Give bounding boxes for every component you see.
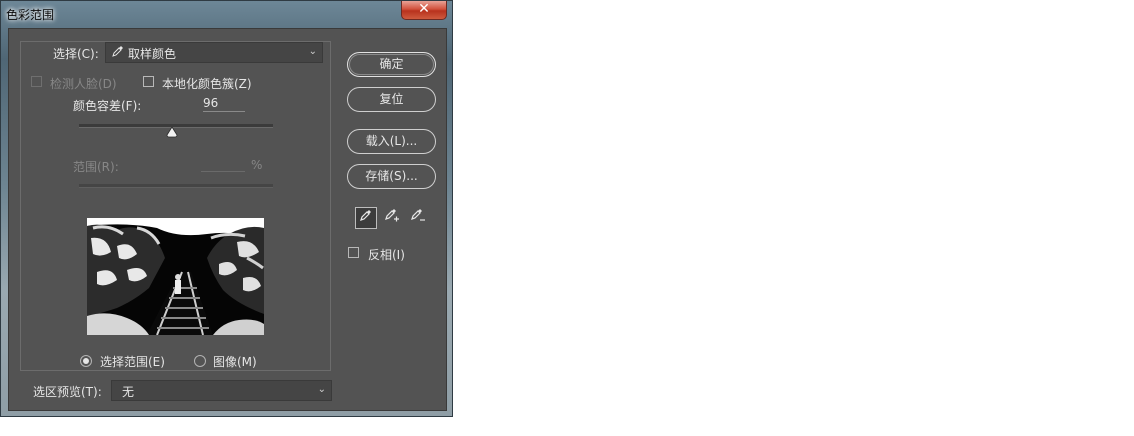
image-radio[interactable] [194,355,206,367]
close-button[interactable]: ✕ [401,1,447,20]
save-button[interactable]: 存储(S)... [347,164,436,189]
selection-preview-dropdown[interactable]: 无 ⌄ [111,380,332,401]
fuzziness-value: 96 [203,96,219,110]
ok-button[interactable]: 确定 [347,52,436,77]
eyedropper-icon [112,45,124,60]
chevron-down-icon: ⌄ [308,46,317,57]
dialog-window: 色彩范围 ✕ 选择(C): 取样颜色 ⌄ 检测人脸(D) 本地化颜色簇(Z) 颜… [0,0,453,417]
fuzziness-label: 颜色容差(F): [73,99,142,113]
fuzziness-slider-handle[interactable] [166,126,178,141]
range-slider-track[interactable] [79,184,273,188]
eyedropper-icon[interactable] [355,207,377,229]
eyedropper-add-icon[interactable] [381,207,403,229]
eyedropper-subtract-icon[interactable] [407,207,429,229]
options-group: 选择(C): 取样颜色 ⌄ 检测人脸(D) 本地化颜色簇(Z) 颜色容差(F):… [20,41,331,371]
localized-clusters-checkbox[interactable] [143,76,154,87]
range-input[interactable] [201,156,245,172]
selection-preview-image [87,218,264,335]
load-button[interactable]: 载入(L)... [347,129,436,154]
range-label: 范围(R): [73,160,119,174]
select-dropdown[interactable]: 取样颜色 ⌄ [105,42,323,63]
detect-faces-label: 检测人脸(D) [50,77,117,91]
range-unit: % [251,158,263,172]
reset-button[interactable]: 复位 [347,87,436,112]
fuzziness-input[interactable]: 96 [203,96,245,112]
window-title: 色彩范围 [6,8,55,22]
invert-label: 反相(I) [368,248,405,262]
selection-preview-label: 选区预览(T): [33,385,102,399]
detect-faces-checkbox[interactable] [31,76,42,87]
select-value: 取样颜色 [128,47,177,61]
dialog-client-area: 选择(C): 取样颜色 ⌄ 检测人脸(D) 本地化颜色簇(Z) 颜色容差(F):… [8,28,447,411]
invert-checkbox[interactable] [348,247,359,258]
selection-radio-label: 选择范围(E) [100,355,165,369]
selection-radio[interactable] [80,355,92,367]
select-label: 选择(C): [53,47,99,61]
localized-clusters-label: 本地化颜色簇(Z) [162,77,252,91]
image-radio-label: 图像(M) [213,355,257,369]
chevron-down-icon: ⌄ [317,384,326,395]
selection-preview-value: 无 [122,385,135,399]
